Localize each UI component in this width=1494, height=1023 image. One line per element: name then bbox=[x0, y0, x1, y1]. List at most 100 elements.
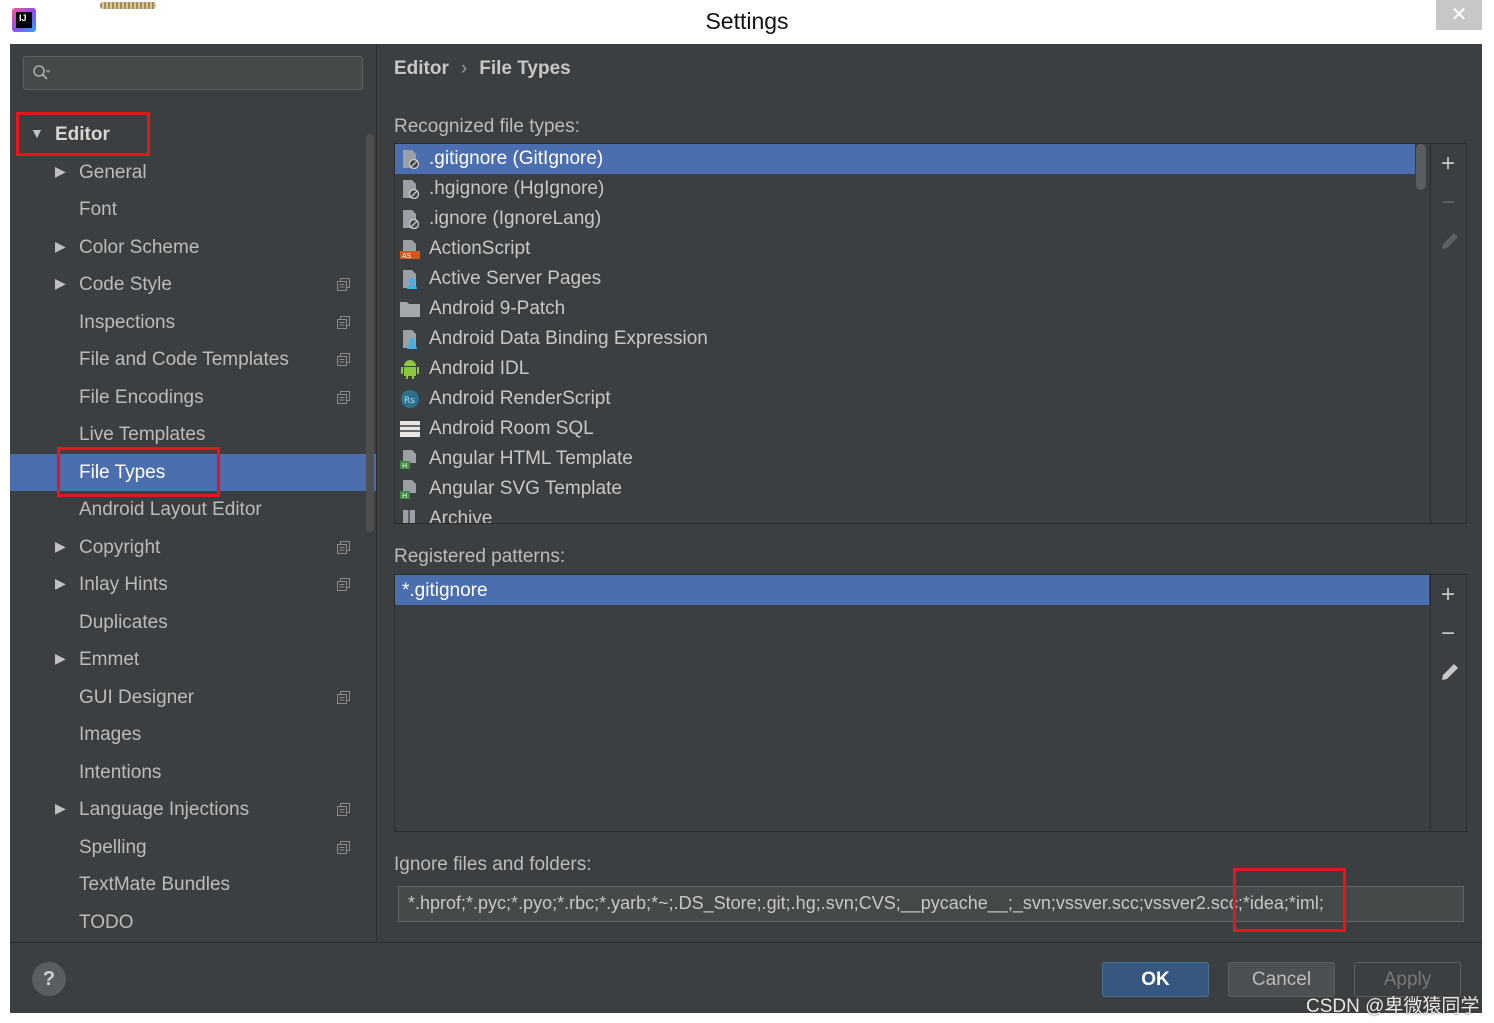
edit-icon[interactable] bbox=[1439, 661, 1461, 683]
sidebar-item-language-injections[interactable]: ▶ Language Injections bbox=[10, 791, 376, 828]
ignore-file-icon bbox=[403, 180, 420, 199]
sidebar-item-general[interactable]: ▶ General bbox=[10, 154, 376, 191]
expand-arrow-icon[interactable]: ▶ bbox=[55, 238, 66, 255]
recognized-label: Recognized file types: bbox=[394, 116, 580, 137]
sidebar-item-todo[interactable]: TODO bbox=[10, 904, 376, 941]
svg-text:H: H bbox=[402, 462, 407, 469]
file-types-panel: Editor › File Types Recognized file types:… bbox=[377, 44, 1482, 941]
svg-text:AS: AS bbox=[402, 252, 412, 259]
file-type-row[interactable]: AS ActionScript bbox=[395, 234, 1415, 264]
file-type-row[interactable]: Android Room SQL bbox=[395, 414, 1415, 444]
sidebar-item-label: General bbox=[79, 161, 147, 183]
sidebar-item-label: GUI Designer bbox=[79, 686, 195, 708]
sidebar-item-label: Copyright bbox=[79, 536, 161, 558]
ignore-value: *.hprof;*.pyc;*.pyo;*.rbc;*.yarb;*~;.DS_… bbox=[408, 893, 1324, 913]
sidebar-item-emmet[interactable]: ▶ Emmet bbox=[10, 641, 376, 678]
folder-icon bbox=[400, 302, 420, 317]
file-type-row[interactable]: Rs Android RenderScript bbox=[395, 384, 1415, 414]
project-copy-icon bbox=[337, 540, 350, 554]
list-scrollbar[interactable] bbox=[1416, 144, 1426, 190]
android-icon bbox=[401, 360, 419, 379]
file-type-name: .ignore (IgnoreLang) bbox=[429, 208, 602, 229]
file-type-row[interactable]: Android Data Binding Expression bbox=[395, 324, 1415, 354]
highlight-editor bbox=[16, 112, 150, 156]
sidebar-item-label: Android Layout Editor bbox=[79, 499, 262, 520]
file-type-name: Archive bbox=[429, 508, 493, 524]
breadcrumb-parent[interactable]: Editor bbox=[394, 58, 449, 79]
edit-icon[interactable] bbox=[1439, 230, 1461, 252]
file-types-toolbar: + − bbox=[1430, 144, 1466, 523]
add-file-type-button[interactable]: + bbox=[1441, 152, 1455, 176]
remove-file-type-button[interactable]: − bbox=[1441, 191, 1455, 215]
expand-arrow-icon[interactable]: ▶ bbox=[55, 163, 66, 180]
sidebar-item-spelling[interactable]: Spelling bbox=[10, 829, 376, 866]
sidebar-item-label: Live Templates bbox=[79, 424, 206, 445]
recognized-file-types-list[interactable]: .gitignore (GitIgnore) .hgignore (HgIgnor… bbox=[394, 143, 1467, 524]
sidebar-item-inlay-hints[interactable]: ▶ Inlay Hints bbox=[10, 566, 376, 603]
sidebar-item-inspections[interactable]: Inspections bbox=[10, 304, 376, 341]
pattern-row[interactable]: *.gitignore bbox=[395, 575, 1429, 605]
highlight-file-types bbox=[57, 447, 220, 497]
sidebar-item-label: Emmet bbox=[79, 649, 140, 670]
file-type-name: Android 9-Patch bbox=[429, 298, 566, 319]
sidebar-item-color-scheme[interactable]: ▶ Color Scheme bbox=[10, 229, 376, 266]
sidebar-scrollbar[interactable] bbox=[366, 134, 374, 532]
project-copy-icon bbox=[337, 578, 350, 591]
expand-arrow-icon[interactable]: ▶ bbox=[55, 800, 66, 817]
file-type-name: Android RenderScript bbox=[429, 388, 611, 409]
sidebar-item-code-style[interactable]: ▶ Code Style bbox=[10, 266, 376, 303]
sidebar-item-label: Spelling bbox=[79, 836, 147, 858]
close-button[interactable]: ✕ bbox=[1436, 0, 1482, 30]
window-title: Settings bbox=[705, 8, 789, 34]
registered-patterns-list[interactable]: *.gitignore + − bbox=[394, 574, 1467, 832]
file-type-row[interactable]: .hgignore (HgIgnore) bbox=[395, 174, 1415, 204]
file-type-row[interactable]: Archive bbox=[395, 504, 1415, 524]
expand-arrow-icon[interactable]: ▶ bbox=[55, 575, 66, 592]
file-type-row[interactable]: H Angular SVG Template bbox=[395, 474, 1415, 504]
sidebar-item-images[interactable]: Images bbox=[10, 716, 376, 753]
file-type-name: Angular HTML Template bbox=[429, 448, 633, 469]
sidebar-item-file-encodings[interactable]: File Encodings bbox=[10, 379, 376, 416]
expand-arrow-icon[interactable]: ▶ bbox=[55, 650, 66, 667]
remove-pattern-button[interactable]: − bbox=[1441, 622, 1455, 646]
file-type-row[interactable]: Active Server Pages bbox=[395, 264, 1415, 294]
table-icon bbox=[400, 421, 420, 437]
breadcrumb: Editor › File Types bbox=[394, 58, 571, 80]
file-type-row[interactable]: .ignore (IgnoreLang) bbox=[395, 204, 1415, 234]
dialog-footer: ? OK Cancel Apply bbox=[10, 942, 1482, 1013]
file-type-row[interactable]: Android 9-Patch bbox=[395, 294, 1415, 324]
sidebar-item-file-and-code-templates[interactable]: File and Code Templates bbox=[10, 341, 376, 378]
breadcrumb-current: File Types bbox=[479, 58, 571, 79]
expand-arrow-icon[interactable]: ▶ bbox=[55, 538, 66, 555]
project-copy-icon bbox=[337, 278, 350, 291]
actionscript-icon: AS bbox=[400, 240, 420, 259]
sidebar-item-font[interactable]: Font bbox=[10, 191, 376, 228]
watermark: CSDN @卑微猿同学 bbox=[1306, 996, 1480, 1017]
title-bar: IJ Settings ✕ bbox=[0, 0, 1494, 44]
file-type-row[interactable]: Android IDL bbox=[395, 354, 1415, 384]
add-pattern-button[interactable]: + bbox=[1441, 583, 1455, 607]
file-type-row[interactable]: H Angular HTML Template bbox=[395, 444, 1415, 474]
sidebar-item-label: Inlay Hints bbox=[79, 574, 168, 595]
search-input[interactable] bbox=[23, 56, 363, 90]
sidebar-item-duplicates[interactable]: Duplicates bbox=[10, 604, 376, 641]
expand-arrow-icon[interactable]: ▶ bbox=[55, 275, 66, 292]
highlight-ignore-suffix bbox=[1233, 868, 1346, 932]
sidebar-item-textmate-bundles[interactable]: TextMate Bundles bbox=[10, 866, 376, 903]
archive-icon bbox=[403, 510, 415, 523]
file-type-name: Active Server Pages bbox=[429, 268, 602, 289]
sidebar-item-copyright[interactable]: ▶ Copyright bbox=[10, 529, 376, 566]
file-type-name: Angular SVG Template bbox=[429, 478, 622, 499]
svg-text:H: H bbox=[402, 492, 407, 499]
project-copy-icon bbox=[337, 315, 350, 329]
sidebar-item-label: Language Injections bbox=[79, 799, 250, 820]
sidebar-item-intentions[interactable]: Intentions bbox=[10, 754, 376, 791]
ok-button[interactable]: OK bbox=[1102, 962, 1209, 997]
file-type-row[interactable]: .gitignore (GitIgnore) bbox=[395, 144, 1415, 174]
html-file-icon: H bbox=[400, 450, 416, 469]
help-button[interactable]: ? bbox=[32, 962, 66, 996]
sidebar-item-gui-designer[interactable]: GUI Designer bbox=[10, 679, 376, 716]
sidebar-item-label: TODO bbox=[79, 911, 134, 933]
sidebar-item-label: Intentions bbox=[79, 761, 162, 783]
ignore-file-icon bbox=[403, 210, 420, 229]
